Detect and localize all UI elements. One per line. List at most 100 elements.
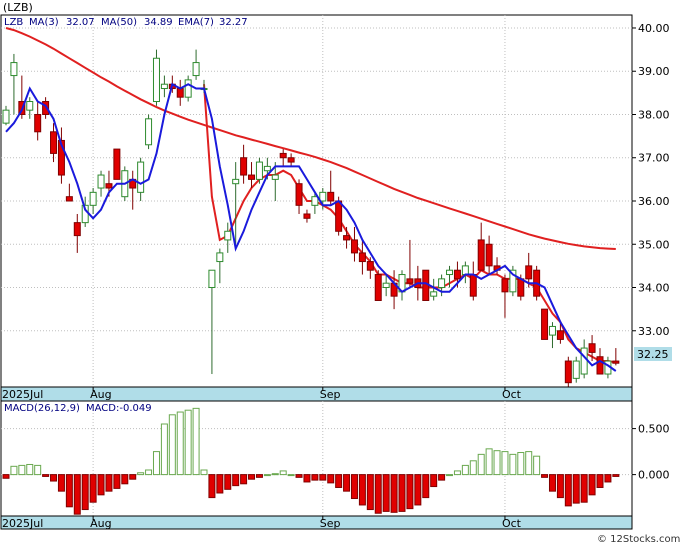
macd-bar-negative: [224, 474, 232, 490]
macd-bar-negative: [564, 474, 572, 507]
candle-down: [453, 269, 461, 280]
macd-bar-negative: [319, 474, 327, 481]
price-y-tick-label: 33.00: [638, 325, 670, 338]
candle-up: [89, 191, 97, 206]
legend-ema7-label: EMA(7): [178, 17, 214, 28]
candle-down: [73, 222, 81, 237]
macd-bar-positive: [461, 464, 469, 476]
candle-down: [406, 278, 414, 284]
macd-bar-positive: [137, 472, 145, 476]
legend-ma50-label: MA(50): [101, 17, 137, 28]
candle-up: [137, 161, 145, 193]
macd-bar-negative: [548, 474, 556, 492]
macd-bar-negative: [350, 474, 358, 500]
legend-symbol: LZB: [4, 17, 23, 28]
macd-bar-negative: [248, 474, 256, 480]
candle-up: [216, 252, 224, 263]
price-y-tick-label: 34.00: [638, 282, 670, 295]
macd-bar-positive: [26, 463, 34, 476]
macd-x-axis-label: Oct: [502, 517, 522, 530]
candle-down: [556, 330, 564, 340]
candle-up: [438, 278, 446, 289]
macd-bar-negative: [588, 474, 596, 496]
macd-bar-negative: [2, 474, 10, 479]
macd-bar-negative: [556, 474, 564, 499]
macd-bar-negative: [50, 474, 58, 482]
macd-bar-positive: [18, 464, 26, 476]
candle-down: [596, 356, 604, 375]
macd-bar-positive: [263, 474, 271, 477]
candle-up: [10, 62, 18, 77]
macd-bar-positive: [200, 469, 208, 476]
macd-bar-positive: [485, 448, 493, 476]
macd-bar-negative: [541, 474, 549, 478]
candle-up: [26, 101, 34, 111]
macd-bar-positive: [10, 465, 18, 476]
macd-x-axis-label: Aug: [90, 517, 111, 530]
macd-bar-positive: [493, 450, 501, 476]
macd-bar-positive: [501, 451, 509, 476]
candle-down: [303, 213, 311, 219]
macd-bar-negative: [105, 474, 113, 492]
macd-bar-positive: [145, 469, 153, 476]
candle-up: [208, 269, 216, 289]
candle-up: [192, 62, 200, 77]
macd-bar-negative: [216, 474, 224, 494]
candle-up: [2, 109, 10, 124]
macd-bar-negative: [89, 474, 97, 503]
price-x-axis-label: Sep: [320, 388, 341, 401]
candle-up: [446, 269, 454, 276]
candle-down: [113, 148, 121, 180]
candle-up: [263, 165, 271, 172]
candle-down: [612, 360, 620, 364]
macd-bar-negative: [327, 474, 335, 484]
candle-down: [366, 261, 374, 271]
macd-bar-negative: [73, 474, 81, 515]
candle-up: [461, 265, 469, 276]
macd-x-axis-label: Sep: [320, 517, 341, 530]
macd-y-tick-label: 0.000: [638, 469, 670, 482]
price-y-tick-label: 36.00: [638, 195, 670, 208]
macd-bar-negative: [382, 474, 390, 512]
candle-down: [50, 131, 58, 154]
candle-down: [517, 278, 525, 297]
candle-up: [97, 174, 105, 189]
macd-bar-negative: [366, 474, 374, 511]
macd-legend-label: MACD(26,12,9): [4, 403, 80, 414]
candle-up: [572, 360, 580, 379]
price-y-axis: 33.00 34.00 35.00 36.00 37.00 38.00 39.00 40.00: [632, 22, 670, 338]
candle-up: [184, 79, 192, 98]
candle-up: [430, 291, 438, 297]
macd-bar-negative: [612, 474, 620, 477]
macd-bar-negative: [604, 474, 612, 483]
candle-down: [295, 183, 303, 206]
macd-bar-positive: [271, 473, 279, 476]
macd-bar-positive: [469, 460, 477, 476]
chart-svg: 33.00 34.00 35.00 36.00 37.00 38.00 39.00 40.00…: [0, 1, 680, 545]
candle-down: [358, 252, 366, 263]
macd-bar-negative: [398, 474, 406, 512]
macd-legend-value: MACD:-0.049: [86, 403, 152, 414]
candle-up: [548, 325, 556, 336]
macd-bar-positive: [525, 451, 533, 476]
macd-bar-negative: [113, 474, 121, 489]
candle-down: [350, 239, 358, 254]
macd-y-axis: 0.500 0.000: [632, 423, 670, 482]
candle-up: [580, 347, 588, 375]
candle-down: [469, 274, 477, 297]
candle-up: [232, 178, 240, 185]
legend-ma3-value: 32.07: [66, 17, 95, 28]
candle-up: [255, 161, 263, 180]
macd-bar-negative: [430, 474, 438, 488]
candle-up: [382, 282, 390, 289]
macd-bar-positive: [517, 452, 525, 476]
legend-ema7-value: 32.27: [219, 17, 248, 28]
macd-bar-positive: [453, 470, 461, 476]
candle-down: [485, 243, 493, 267]
candle-up: [319, 191, 327, 202]
candle-up: [271, 174, 279, 180]
candle-up: [152, 57, 160, 103]
candle-down: [588, 343, 596, 353]
candle-down: [34, 113, 42, 133]
price-x-axis-label: Aug: [90, 388, 111, 401]
